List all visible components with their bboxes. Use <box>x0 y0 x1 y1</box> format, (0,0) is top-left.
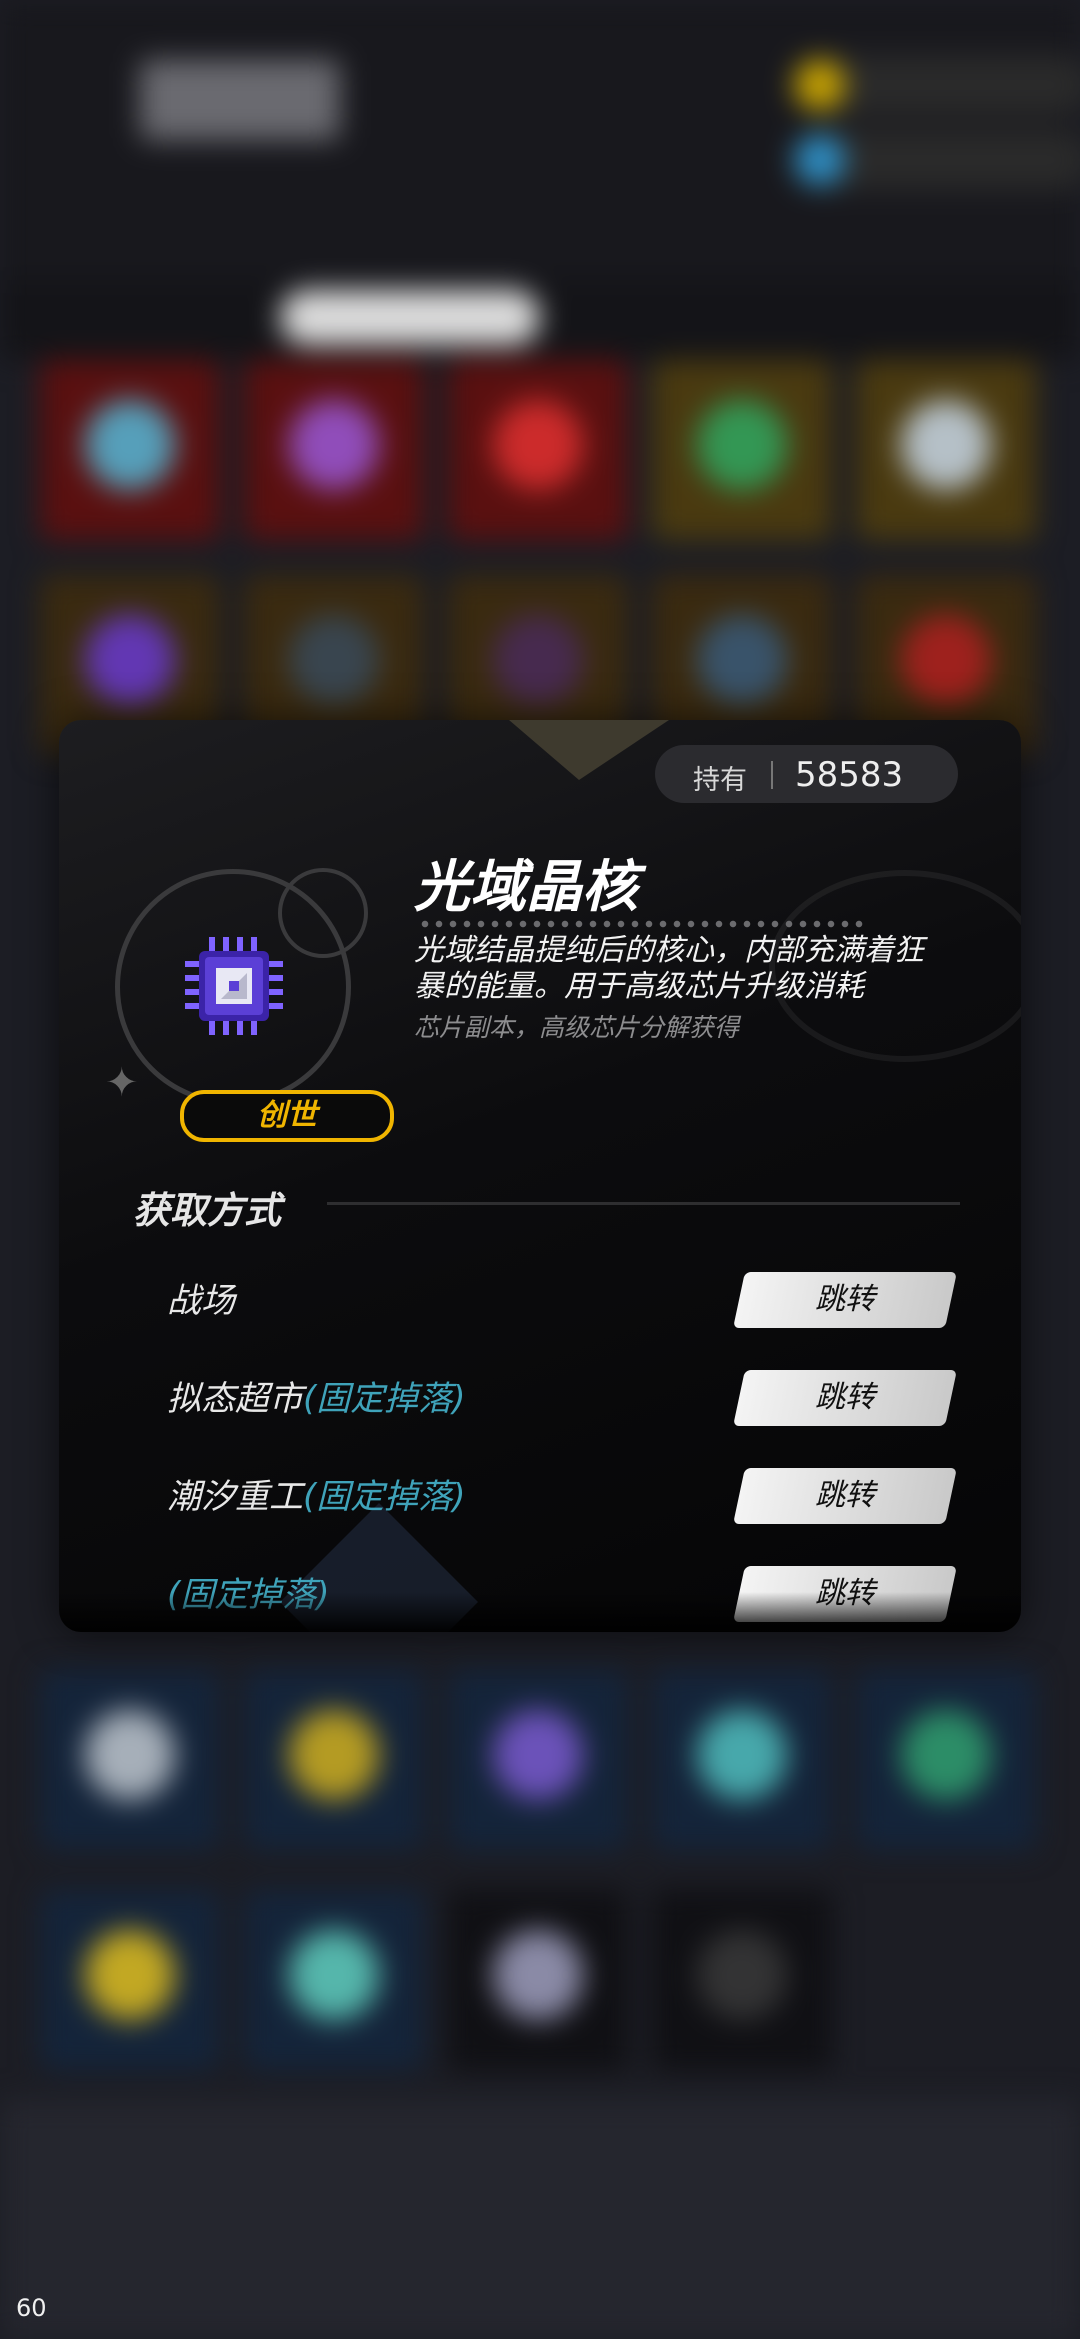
owned-value: 58583 <box>795 755 904 795</box>
bg-tabs <box>0 280 1080 360</box>
sparkle-icon: ✦ <box>105 1060 139 1106</box>
item-description: 光域结晶提纯后的核心，内部充满着狂暴的能量。用于高级芯片升级消耗 <box>414 933 924 1004</box>
item-icon-small-ring <box>278 868 368 958</box>
dotted-divider <box>418 920 868 928</box>
decor-wedge <box>509 720 669 780</box>
bg-title <box>140 60 340 140</box>
section-divider <box>327 1202 960 1205</box>
purple-chip-core-icon <box>185 937 283 1035</box>
bg-bottom-bar <box>0 2100 1080 2339</box>
owned-count-pill: 持有 58583 <box>655 745 958 803</box>
jump-button-supermarket[interactable]: 跳转 <box>733 1370 957 1426</box>
scroll-fade <box>59 1592 1021 1632</box>
acquire-method-label: 拟态超市(固定掉落) <box>167 1379 466 1419</box>
bg-currency-gold <box>790 55 1080 115</box>
owned-label: 持有 <box>693 765 747 796</box>
bg-item-row <box>40 1890 1040 2070</box>
item-detail-popup: 持有 58583 ✦ 创世 光域晶核 光域结晶提纯后的核心，内部充满着狂暴的能量… <box>59 720 1021 1632</box>
rarity-badge: 创世 <box>180 1090 394 1142</box>
bg-currency-blue <box>790 130 1080 190</box>
jump-button-heavy-industry[interactable]: 跳转 <box>733 1468 957 1524</box>
acquire-method-label: 战场 <box>167 1281 235 1321</box>
acquire-section-title: 获取方式 <box>133 1189 281 1232</box>
owned-separator <box>771 761 773 789</box>
bg-item-row <box>40 360 1040 540</box>
bg-tab-active <box>280 290 540 345</box>
bg-item-row <box>40 1670 1040 1850</box>
jump-button-battlefield[interactable]: 跳转 <box>733 1272 957 1328</box>
item-source-text: 芯片副本，高级芯片分解获得 <box>414 1013 740 1042</box>
fps-counter: 60 <box>16 2294 47 2322</box>
acquire-method-label: 潮汐重工(固定掉落) <box>167 1477 466 1517</box>
item-name: 光域晶核 <box>414 855 638 920</box>
